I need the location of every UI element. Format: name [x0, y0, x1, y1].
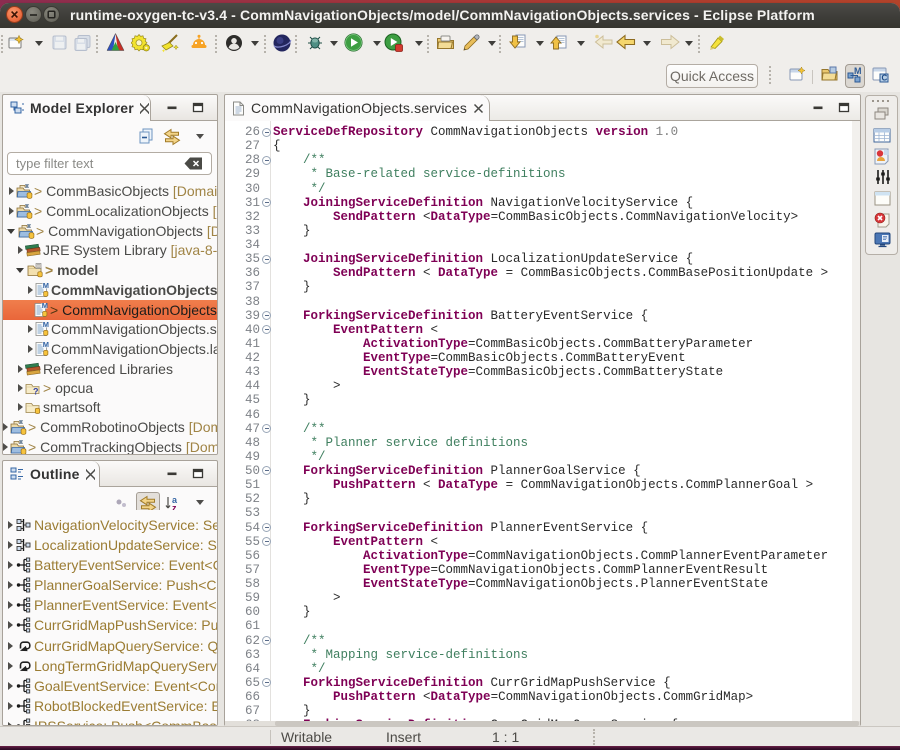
svg-text:C: C	[882, 74, 888, 83]
svg-text:M: M	[854, 67, 862, 76]
